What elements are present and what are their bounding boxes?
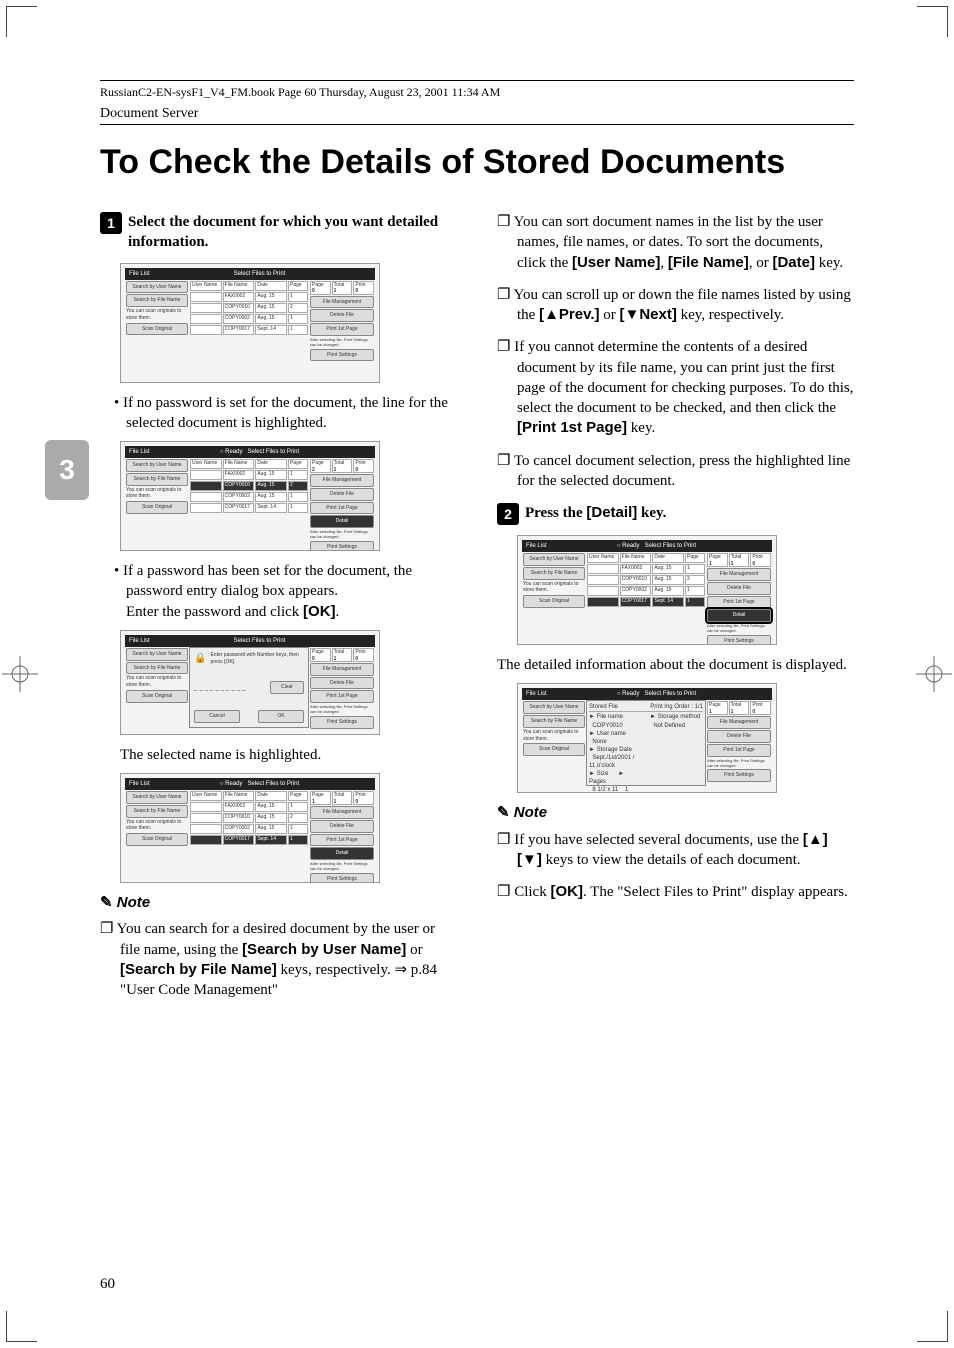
note-scroll: You can scroll up or down the file names… [497,285,854,326]
note-sort: You can sort document names in the list … [497,212,854,273]
section-label: Document Server [100,106,854,125]
left-column: 1 Select the document for which you want… [100,212,457,1012]
note-heading-right: Note [497,803,854,823]
page-number: 60 [100,1276,115,1293]
bullet-no-password: If no password is set for the document, … [114,393,457,434]
note-search-by: You can search for a desired document by… [100,919,457,1000]
screen-file-list-highlighted-2: File List○ Ready Select Files to Print S… [120,773,380,883]
step-number-2: 2 [497,503,519,525]
registration-mark-left [2,656,38,692]
step-2-text: Press the [Detail] key. [525,503,854,525]
note-several-docs: If you have selected several documents, … [497,830,854,871]
right-column: You can sort document names in the list … [497,212,854,1012]
book-header-line: RussianC2-EN-sysF1_V4_FM.book Page 60 Th… [100,80,854,100]
step-number-1: 1 [100,212,122,234]
registration-mark-right [916,656,952,692]
crop-mark-bl [6,1311,37,1342]
note-cancel-selection: To cancel document selection, press the … [497,451,854,492]
screen-file-list-highlighted: File List○ Ready Select Files to Print S… [120,441,380,551]
page-title: To Check the Details of Stored Documents [100,143,854,182]
crop-mark-br [917,1311,948,1342]
note-heading-left: Note [100,893,457,913]
screen-detail-key: File List○ Ready Select Files to Print S… [517,535,777,645]
bullet-password-set: If a password has been set for the docum… [114,561,457,622]
note-click-ok: Click [OK]. The "Select Files to Print" … [497,882,854,902]
screen-password-dialog: File ListSelect Files to Print Search by… [120,630,380,735]
detail-info-text: The detailed information about the docum… [497,655,854,675]
screen-file-list-initial: File ListSelect Files to Print Search by… [120,263,380,383]
step-1-text: Select the document for which you want d… [128,212,457,253]
note-print-1st: If you cannot determine the contents of … [497,337,854,438]
crop-mark-tr [917,6,948,37]
screen-detail-view: File List○ Ready Select Files to Print S… [517,683,777,793]
selected-name-highlighted: The selected name is highlighted. [120,745,457,765]
crop-mark-tl [6,6,37,37]
chapter-tab: 3 [45,440,89,500]
